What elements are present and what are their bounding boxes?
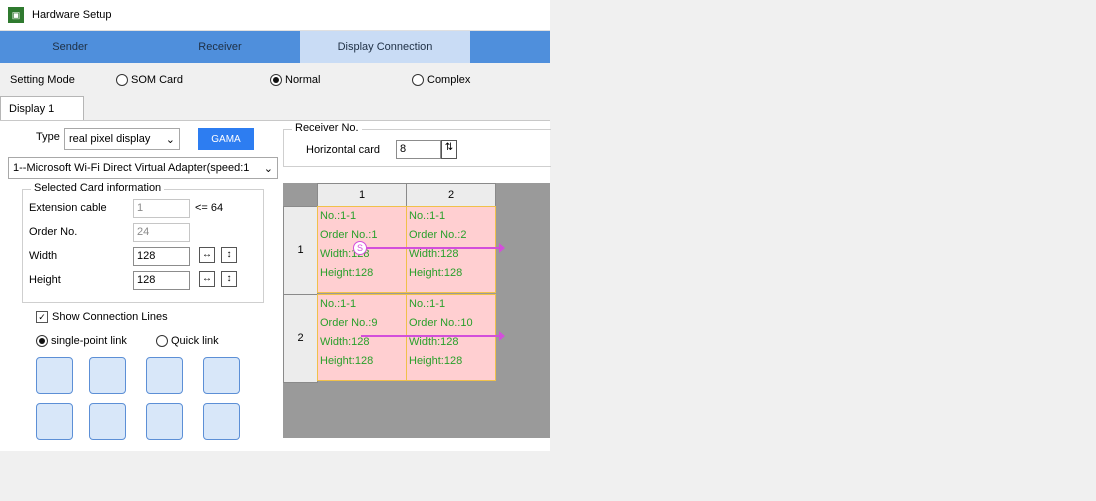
selected-card-group: Selected Card information Extension cabl… [22,182,264,303]
normal-radio[interactable]: Normal [270,74,320,86]
link-pattern-icon-7[interactable] [146,403,183,440]
tab-sender[interactable]: Sender [0,31,140,63]
show-lines-label: Show Connection Lines [52,311,168,323]
extension-label: Extension cable [29,202,107,214]
order-input[interactable]: 24 [133,223,190,242]
column-header: 2 [406,183,496,207]
link-pattern-icon-4[interactable] [203,357,240,394]
chevron-down-icon: ⌄ [263,162,273,175]
setting-mode-label: Setting Mode [10,74,75,86]
normal-label: Normal [285,74,321,86]
single-point-radio-icon[interactable] [36,335,48,347]
swap-horizontal-icon[interactable]: ↔ [199,271,215,287]
cell-height: Height:128 [320,355,374,367]
cell-height: Height:128 [320,267,374,279]
column-header: 1 [317,183,407,207]
horizontal-card-input[interactable]: 8 [396,140,441,159]
extension-input[interactable]: 1 [133,199,190,218]
title-bar: ▣ Hardware Setup [0,0,550,31]
normal-radio-icon[interactable] [270,74,282,86]
cell-height: Height:128 [409,267,463,279]
adapter-select[interactable]: 1--Microsoft Wi-Fi Direct Virtual Adapte… [8,157,278,179]
single-point-label: single-point link [51,335,127,347]
complex-radio-icon[interactable] [412,74,424,86]
link-pattern-icon-8[interactable] [203,403,240,440]
selected-card-title: Selected Card information [31,182,165,194]
swap-vertical-icon[interactable]: ↕ [221,247,237,263]
width-input[interactable]: 128 [133,247,190,266]
som-card-label: SOM Card [131,74,183,86]
grid-cell[interactable]: No.:1-1 Order No.:9 Width:128 Height:128 [317,294,407,381]
order-label: Order No. [29,226,78,238]
tab-receiver[interactable]: Receiver [140,31,300,63]
complex-radio[interactable]: Complex [412,74,470,86]
swap-horizontal-icon[interactable]: ↔ [199,247,215,263]
cell-order: Order No.:9 [320,317,378,329]
checkbox-box[interactable]: ✓ [36,311,48,323]
quick-link-radio[interactable]: Quick link [156,335,219,347]
row-header: 2 [283,294,318,383]
horizontal-card-label: Horizontal card [306,144,380,156]
grid-cell[interactable]: No.:1-1 Order No.:10 Width:128 Height:12… [406,294,496,381]
receiver-title: Receiver No. [292,122,362,134]
link-pattern-icon-2[interactable] [89,357,126,394]
show-lines-checkbox[interactable]: ✓ Show Connection Lines [36,311,168,323]
type-label: Type [36,131,60,143]
connection-arrow [361,331,505,341]
window-title: Hardware Setup [32,9,112,21]
display-tab[interactable]: Display 1 [0,96,84,121]
som-card-radio-icon[interactable] [116,74,128,86]
main-panel: Type real pixel display ⌄ GAMA 1--Micros… [0,120,551,451]
gama-button[interactable]: GAMA [198,128,254,150]
cell-no: No.:1-1 [320,298,357,310]
stepper-icon[interactable]: ⇅ [441,140,457,159]
type-select[interactable]: real pixel display ⌄ [64,128,180,150]
setting-mode-row: Setting Mode SOM Card Normal Complex [0,72,550,90]
quick-link-radio-icon[interactable] [156,335,168,347]
extension-hint: <= 64 [195,202,224,214]
complex-label: Complex [427,74,471,86]
single-point-radio[interactable]: single-point link [36,335,127,347]
link-pattern-icon-5[interactable] [36,403,73,440]
connection-arrow [361,243,505,253]
swap-vertical-icon[interactable]: ↕ [221,271,237,287]
row-header: 1 [283,206,318,295]
cell-no: No.:1-1 [409,210,446,222]
cell-height: Height:128 [409,355,463,367]
link-pattern-icon-3[interactable] [146,357,183,394]
cell-order: Order No.:2 [409,229,467,241]
link-pattern-icon-1[interactable] [36,357,73,394]
width-label: Width [29,250,58,262]
cell-no: No.:1-1 [320,210,357,222]
som-card-radio[interactable]: SOM Card [116,74,183,86]
cell-order: Order No.:10 [409,317,473,329]
tab-bar: Sender Receiver Display Connection [0,31,550,63]
receiver-grid: 1 2 1 2 No.:1-1 Order No.:1 Width:128 He… [283,183,550,438]
receiver-group: Receiver No. Horizontal card 8 ⇅ [283,122,551,167]
type-value: real pixel display [69,133,151,145]
quick-link-label: Quick link [171,335,219,347]
right-panel: Receiver No. Horizontal card 8 ⇅ 1 2 1 2… [283,121,551,451]
link-pattern-icon-6[interactable] [89,403,126,440]
adapter-value: 1--Microsoft Wi-Fi Direct Virtual Adapte… [13,162,250,174]
height-label: Height [29,274,61,286]
height-input[interactable]: 128 [133,271,190,290]
cell-no: No.:1-1 [409,298,446,310]
chevron-down-icon: ⌄ [165,133,175,146]
tab-display-connection[interactable]: Display Connection [300,31,470,63]
start-node-icon: S [353,241,367,255]
grid-cell[interactable]: No.:1-1 Order No.:2 Width:128 Height:128 [406,206,496,293]
app-icon: ▣ [8,7,24,23]
left-panel: Type real pixel display ⌄ GAMA 1--Micros… [0,121,278,451]
